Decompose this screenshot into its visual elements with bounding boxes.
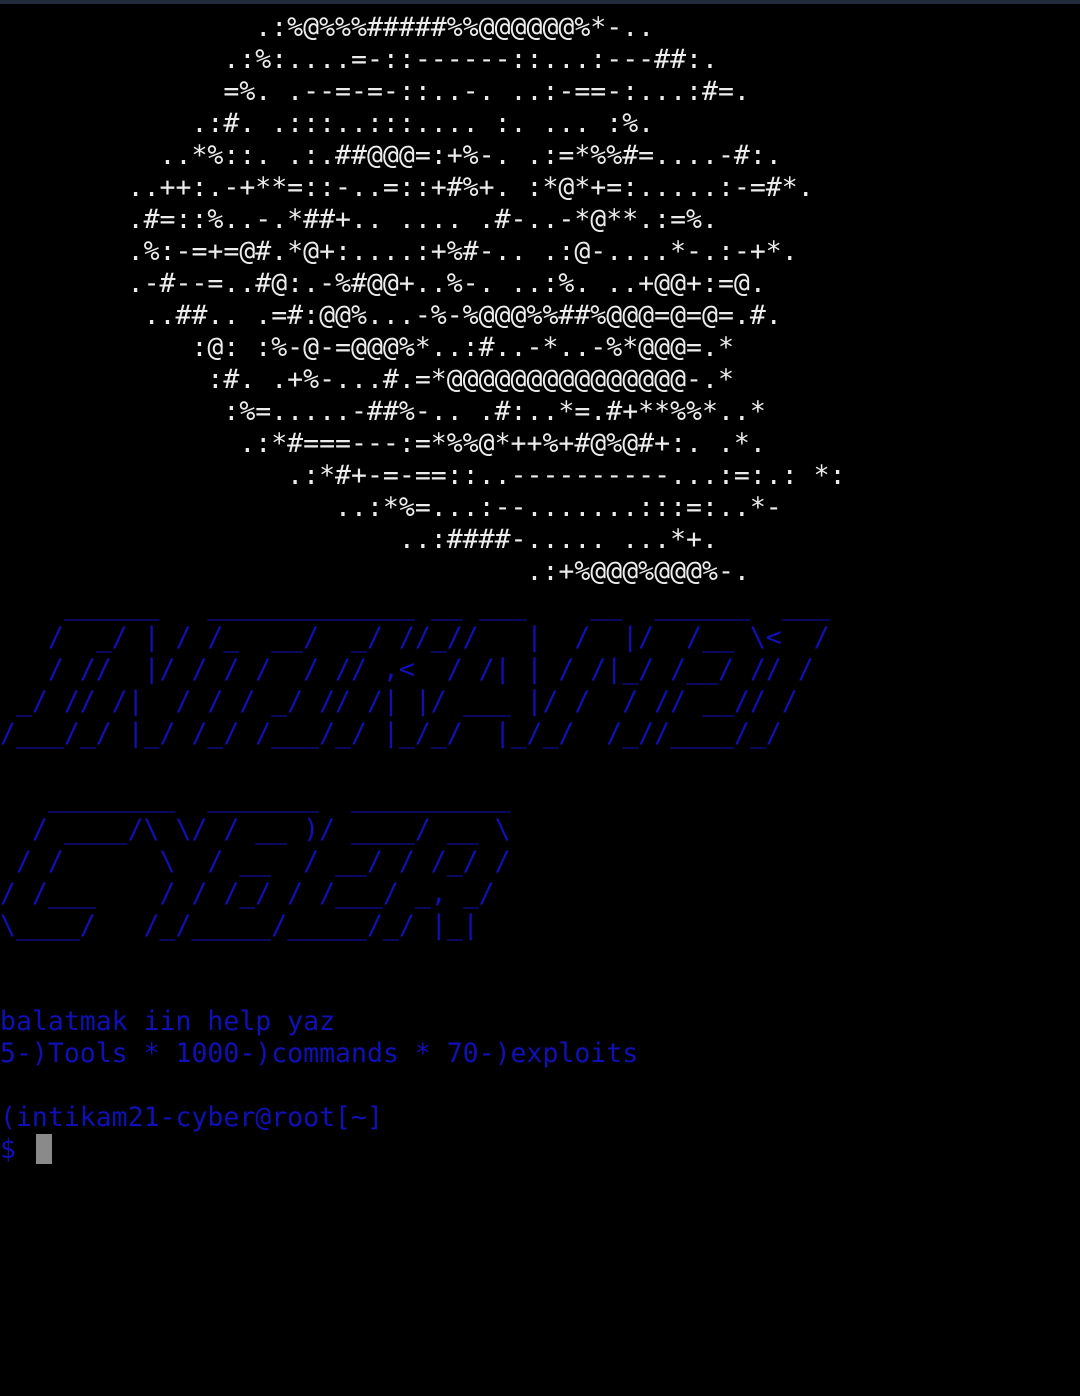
cyber-ascii-banner: ________ _______ __________ / ____/\ \/ …	[0, 782, 511, 941]
skull-ascii-art: .:%@%%%#####%%@@@@@@%*-.. .:%:....=-::--…	[127, 12, 846, 587]
intikam21-ascii-banner: ______ _____________ __ ___ __ ______ __…	[0, 590, 830, 749]
stats-text: 5-)Tools * 1000-)commands * 70-)exploits	[0, 1038, 639, 1069]
terminal-output[interactable]: .:%@%%%#####%%@@@@@@%*-.. .:%:....=-::--…	[0, 12, 1080, 1166]
prompt-symbol: $	[0, 1134, 32, 1165]
prompt-context: (intikam21-cyber@root[~]	[0, 1102, 383, 1133]
command-input-line[interactable]: $	[0, 1134, 1080, 1166]
text-cursor[interactable]	[35, 1134, 52, 1164]
help-hint-text: balatmak iin help yaz	[0, 1006, 336, 1037]
window-top-border	[0, 0, 1080, 4]
